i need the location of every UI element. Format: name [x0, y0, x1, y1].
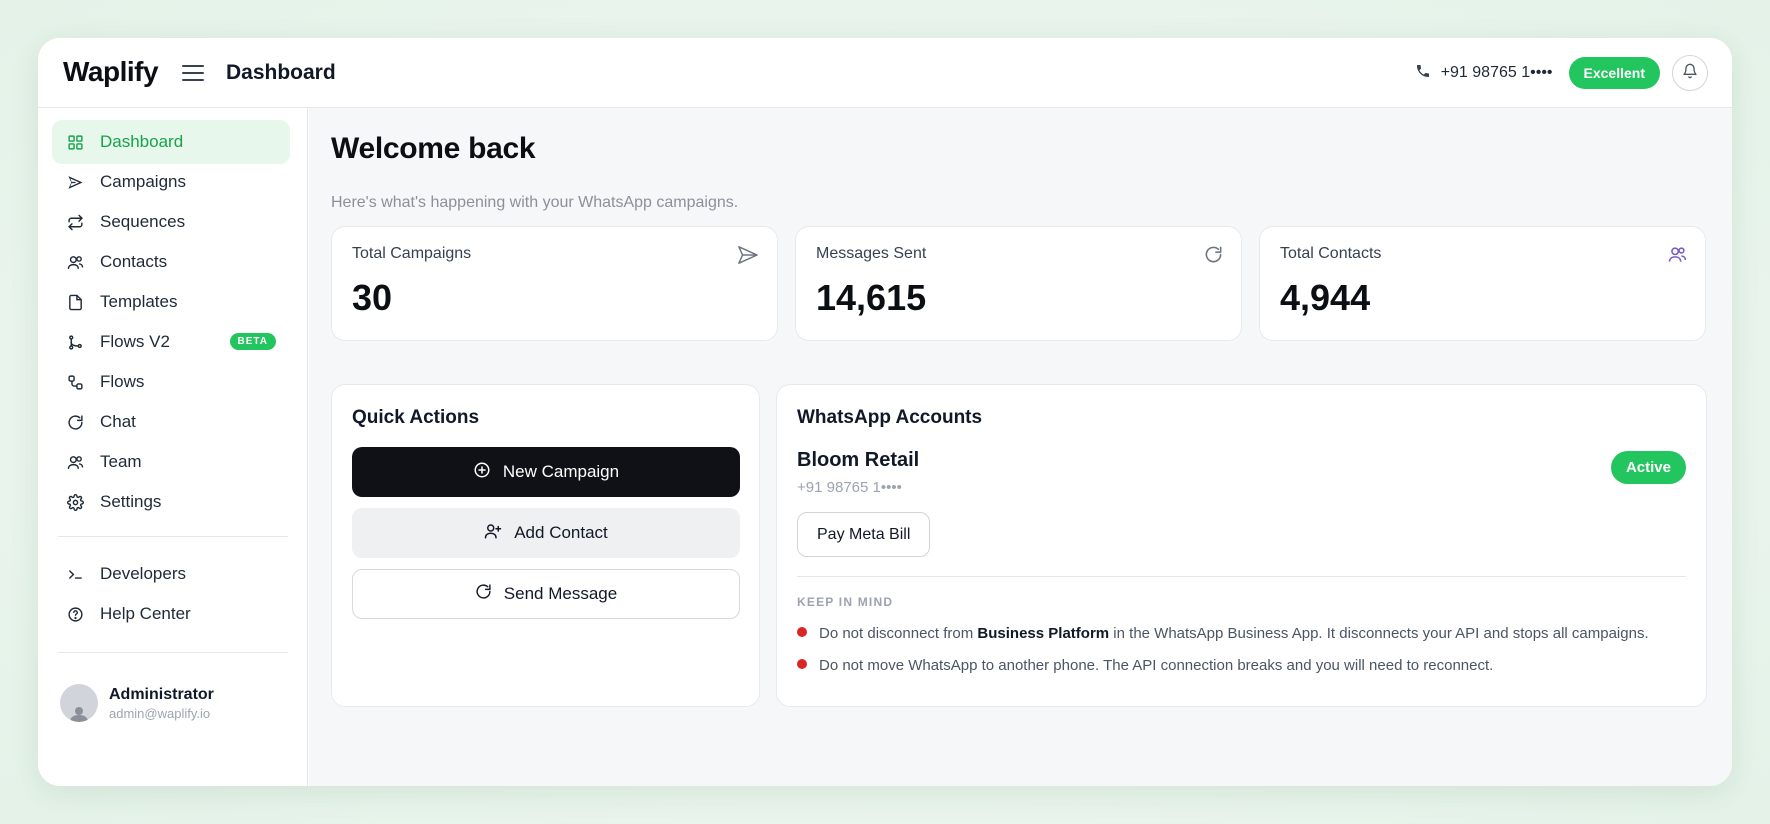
send-message-button[interactable]: Send Message — [352, 569, 740, 619]
stat-value: 14,615 — [816, 277, 927, 318]
hamburger-menu-icon[interactable] — [182, 62, 204, 82]
app-window: Waplify Dashboard +91 98765 1•••• Excell… — [38, 38, 1732, 786]
sidebar-item-flows-v2[interactable]: Flows V2 BETA — [52, 320, 290, 364]
users-icon — [66, 253, 84, 271]
refresh-icon — [475, 583, 492, 605]
header-actions: +91 98765 1•••• Excellent — [1415, 55, 1708, 91]
stat-label: Messages Sent — [816, 245, 927, 262]
sidebar-divider — [58, 536, 288, 537]
phone-number-display: +91 98765 1•••• — [1415, 63, 1553, 84]
page-title: Welcome back — [331, 132, 536, 165]
status-badge: Active — [1610, 451, 1686, 484]
stat-label: Total Campaigns — [352, 245, 472, 262]
users-icon — [66, 453, 84, 471]
sidebar-item-label: Team — [100, 452, 142, 471]
user-name: Administrator — [109, 685, 214, 703]
sidebar-item-label: Flows — [100, 372, 145, 391]
add-contact-button[interactable]: Add Contact — [352, 508, 740, 558]
stat-value: 30 — [352, 277, 393, 318]
main-content: Welcome back Here's what's happening wit… — [309, 108, 1732, 786]
new-campaign-button[interactable]: New Campaign — [352, 447, 740, 497]
help-circle-icon — [66, 605, 84, 623]
sidebar-item-label: Dashboard — [100, 132, 184, 151]
sidebar-item-developers[interactable]: Developers — [52, 552, 290, 596]
user-profile[interactable]: Administrator admin@waplify.io — [60, 684, 214, 722]
sidebar-item-dashboard[interactable]: Dashboard — [52, 120, 290, 164]
workflow-icon — [66, 373, 84, 391]
warning-dot — [797, 626, 807, 637]
bell-icon — [1682, 63, 1698, 84]
users-icon — [1668, 245, 1687, 269]
sidebar: Dashboard Campaigns Sequences Contacts T… — [38, 108, 308, 786]
gear-icon — [66, 493, 84, 511]
sidebar-item-label: Settings — [100, 492, 162, 511]
sidebar-item-sequences[interactable]: Sequences — [52, 200, 290, 244]
note-text: Do not disconnect from Business Platform… — [819, 625, 1649, 642]
user-email: admin@waplify.io — [109, 705, 211, 721]
quick-actions-card: Quick Actions New Campaign Add Contact S… — [331, 384, 760, 707]
stat-card-total-contacts: Total Contacts 4,944 — [1259, 226, 1706, 341]
stat-value: 4,944 — [1280, 277, 1371, 318]
git-branch-icon — [66, 333, 84, 351]
section-divider — [797, 576, 1686, 577]
sidebar-item-team[interactable]: Team — [52, 440, 290, 484]
refresh-icon — [66, 413, 84, 431]
send-icon — [737, 245, 759, 270]
plus-circle-icon — [473, 461, 491, 484]
sidebar-item-label: Developers — [100, 564, 186, 583]
stat-card-messages-sent: Messages Sent 14,615 — [795, 226, 1242, 341]
terminal-icon — [66, 565, 84, 583]
quick-actions-title: Quick Actions — [352, 407, 480, 428]
sidebar-item-campaigns[interactable]: Campaigns — [52, 160, 290, 204]
notifications-button[interactable] — [1672, 55, 1708, 91]
new-campaign-label: New Campaign — [502, 462, 620, 481]
pay-meta-bill-button[interactable]: Pay Meta Bill — [797, 512, 931, 557]
account-name: Bloom Retail — [797, 449, 920, 471]
sidebar-item-help-center[interactable]: Help Center — [52, 592, 290, 636]
sidebar-item-templates[interactable]: Templates — [52, 280, 290, 324]
keep-in-mind-item: Do not disconnect from Business Platform… — [797, 625, 1649, 642]
repeat-icon — [66, 213, 84, 231]
account-phone: +91 98765 1•••• — [797, 479, 902, 496]
page-subtitle: Here's what's happening with your WhatsA… — [331, 194, 739, 211]
grid-icon — [66, 133, 84, 151]
page-header-title: Dashboard — [226, 61, 336, 84]
beta-badge: BETA — [229, 333, 276, 350]
sidebar-item-label: Flows V2 — [100, 332, 170, 351]
sidebar-item-contacts[interactable]: Contacts — [52, 240, 290, 284]
sidebar-item-label: Chat — [100, 412, 136, 431]
whatsapp-accounts-card: WhatsApp Accounts Bloom Retail +91 98765… — [776, 384, 1707, 707]
sidebar-item-label: Sequences — [100, 212, 186, 231]
background: Waplify Dashboard +91 98765 1•••• Excell… — [0, 0, 1770, 824]
phone-icon — [1415, 63, 1431, 84]
sidebar-item-label: Help Center — [100, 604, 191, 623]
user-plus-icon — [484, 522, 502, 545]
keep-in-mind-heading: KEEP IN MIND — [797, 595, 894, 609]
phone-number: +91 98765 1•••• — [1440, 64, 1553, 81]
whatsapp-accounts-title: WhatsApp Accounts — [797, 407, 983, 428]
avatar — [60, 684, 98, 722]
refresh-icon — [1204, 245, 1223, 269]
warning-dot — [797, 658, 807, 669]
file-icon — [66, 293, 84, 311]
sidebar-item-label: Contacts — [100, 252, 168, 271]
note-text: Do not move WhatsApp to another phone. T… — [819, 657, 1494, 674]
sidebar-item-flows[interactable]: Flows — [52, 360, 290, 404]
send-message-label: Send Message — [503, 584, 618, 603]
stat-card-total-campaigns: Total Campaigns 30 — [331, 226, 778, 341]
sidebar-item-chat[interactable]: Chat — [52, 400, 290, 444]
sidebar-item-label: Campaigns — [100, 172, 186, 191]
keep-in-mind-item: Do not move WhatsApp to another phone. T… — [797, 657, 1493, 674]
top-header: Waplify Dashboard +91 98765 1•••• Excell… — [38, 38, 1732, 108]
sidebar-item-settings[interactable]: Settings — [52, 480, 290, 524]
sidebar-item-label: Templates — [100, 292, 178, 311]
sidebar-divider — [58, 652, 288, 653]
add-contact-label: Add Contact — [514, 523, 608, 542]
brand-logo[interactable]: Waplify — [63, 56, 159, 88]
stat-label: Total Contacts — [1280, 245, 1382, 262]
quality-rating-badge: Excellent — [1568, 57, 1660, 89]
send-icon — [66, 173, 84, 191]
